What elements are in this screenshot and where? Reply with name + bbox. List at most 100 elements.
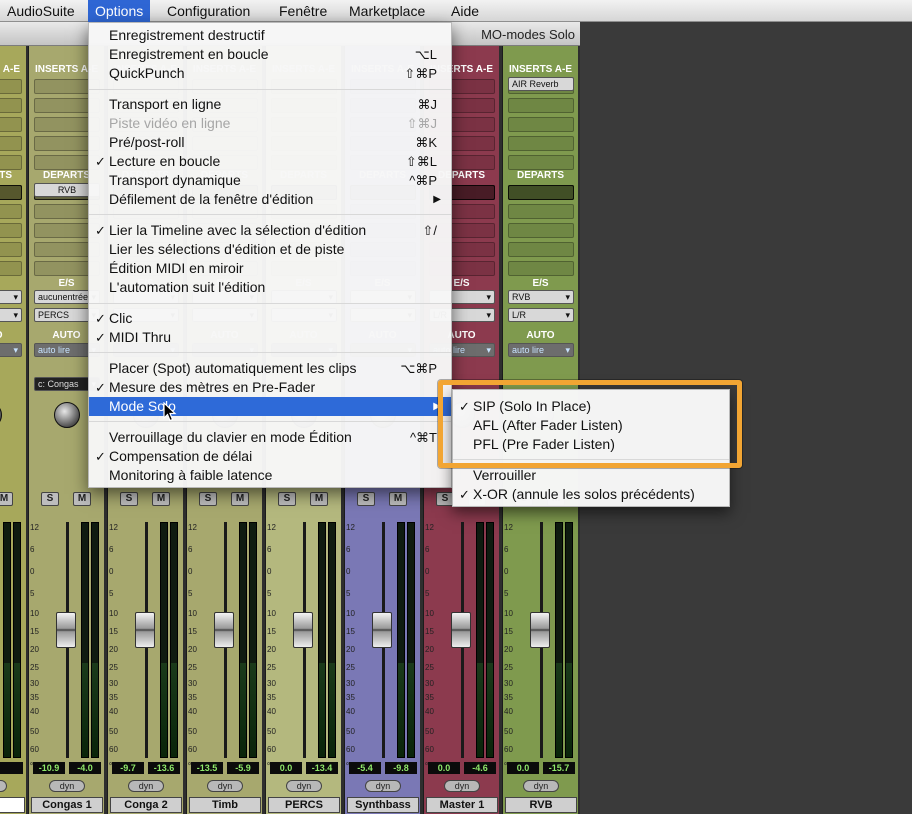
options-menu-item[interactable]: Édition MIDI en miroir <box>89 259 451 278</box>
mute-button[interactable]: M <box>310 492 328 506</box>
pan-knob[interactable] <box>54 402 80 428</box>
send-slot[interactable] <box>508 204 574 219</box>
solo-button[interactable]: S <box>41 492 59 506</box>
insert-slot[interactable] <box>508 117 574 132</box>
insert-slot[interactable] <box>0 117 22 132</box>
volume-fader[interactable] <box>56 612 76 648</box>
io-output-selector[interactable] <box>0 308 22 322</box>
solo-button[interactable]: S <box>278 492 296 506</box>
dyn-button[interactable]: dyn <box>0 780 7 792</box>
dyn-button[interactable]: dyn <box>523 780 559 792</box>
volume-fader[interactable] <box>372 612 392 648</box>
volume-fader[interactable] <box>530 612 550 648</box>
send-slot[interactable] <box>508 261 574 276</box>
track-name[interactable]: PERCS <box>268 797 340 813</box>
options-menu-item[interactable]: ✓ Lecture en boucle ⇧⌘L <box>89 152 451 171</box>
options-menu-item[interactable]: Pré/post-roll ⌘K <box>89 133 451 152</box>
solo-mode-option[interactable]: Verrouiller <box>453 466 729 485</box>
solo-button[interactable]: S <box>199 492 217 506</box>
track-name[interactable]: S <box>0 797 25 813</box>
peak-readout: -4.0 <box>69 762 101 774</box>
options-menu-item[interactable]: Transport dynamique ^⌘P <box>89 171 451 190</box>
track-name[interactable]: Synthbass <box>347 797 419 813</box>
scale-tick-label: 50 <box>30 727 39 736</box>
dyn-button[interactable]: dyn <box>128 780 164 792</box>
menu-aide[interactable]: Aide <box>444 0 486 22</box>
send-slot[interactable] <box>0 242 22 257</box>
insert-slot[interactable] <box>0 79 22 94</box>
menu-configuration[interactable]: Configuration <box>160 0 257 22</box>
options-menu-item[interactable]: L'automation suit l'édition <box>89 278 451 297</box>
io-output-selector[interactable]: L/R <box>508 308 574 322</box>
dyn-button[interactable]: dyn <box>207 780 243 792</box>
track-name[interactable]: RVB <box>505 797 577 813</box>
send-slot[interactable] <box>0 261 22 276</box>
volume-fader[interactable] <box>293 612 313 648</box>
insert-plugin[interactable]: AIR Reverb <box>508 77 574 91</box>
insert-slot[interactable] <box>0 136 22 151</box>
mute-button[interactable]: M <box>389 492 407 506</box>
options-menu-item[interactable]: ✓ Mesure des mètres en Pre-Fader <box>89 378 451 397</box>
dyn-button[interactable]: dyn <box>286 780 322 792</box>
options-menu-item[interactable]: ✓ Lier la Timeline avec la sélection d'éd… <box>89 221 451 240</box>
options-menu-item[interactable]: Enregistrement destructif <box>89 26 451 45</box>
options-menu-item[interactable]: Monitoring à faible latence <box>89 466 451 485</box>
options-menu-item[interactable]: ✓ Compensation de délai <box>89 447 451 466</box>
mute-button[interactable]: M <box>73 492 91 506</box>
scale-tick-label: 60 <box>504 745 513 754</box>
dyn-button[interactable]: dyn <box>444 780 480 792</box>
scale-tick-label: 5 <box>425 589 430 598</box>
insert-slot[interactable] <box>508 98 574 113</box>
send-slot[interactable] <box>0 223 22 238</box>
track-name[interactable]: Congas 1 <box>31 797 103 813</box>
options-menu-item[interactable]: ✓ MIDI Thru <box>89 328 451 347</box>
options-menu-item[interactable]: Enregistrement en boucle ⌥L <box>89 45 451 64</box>
scale-tick-label: 50 <box>346 727 355 736</box>
track-name[interactable]: Master 1 <box>426 797 498 813</box>
send-slot[interactable] <box>508 185 574 200</box>
pan-knob[interactable] <box>0 402 2 428</box>
menu-marketplace[interactable]: Marketplace <box>342 0 432 22</box>
options-menu-item[interactable]: Lier les sélections d'édition et de pist… <box>89 240 451 259</box>
menu-options[interactable]: Options <box>88 0 151 22</box>
automation-mode-selector[interactable]: auto lire <box>508 343 574 357</box>
automation-mode-selector[interactable] <box>0 343 22 357</box>
solo-button[interactable]: S <box>120 492 138 506</box>
track-name[interactable]: Timb <box>189 797 261 813</box>
insert-slot[interactable] <box>508 136 574 151</box>
options-menu-item[interactable]: Placer (Spot) automatiquement les clips ⌥… <box>89 359 451 378</box>
send-slot[interactable] <box>508 242 574 257</box>
options-menu-item[interactable]: ✓ Clic <box>89 309 451 328</box>
scale-tick-label: 5 <box>267 589 272 598</box>
send-slot[interactable] <box>508 223 574 238</box>
options-menu-item[interactable]: QuickPunch ⇧⌘P <box>89 64 451 83</box>
solo-button[interactable]: S <box>357 492 375 506</box>
options-menu-item[interactable]: Verrouillage du clavier en mode Édition ^… <box>89 428 451 447</box>
scale-tick-label: 60 <box>346 745 355 754</box>
options-menu-item[interactable]: Défilement de la fenêtre d'édition ▶ <box>89 190 451 209</box>
insert-slot[interactable] <box>0 98 22 113</box>
level-meter <box>476 522 484 758</box>
send-slot[interactable] <box>0 185 22 200</box>
volume-fader[interactable] <box>451 612 471 648</box>
volume-fader[interactable] <box>214 612 234 648</box>
mute-button[interactable]: M <box>152 492 170 506</box>
send-slot[interactable] <box>0 204 22 219</box>
menu-audiosuite[interactable]: AudioSuite <box>0 0 82 22</box>
io-input-selector[interactable]: RVB <box>508 290 574 304</box>
dyn-button[interactable]: dyn <box>49 780 85 792</box>
options-menu-item[interactable]: Transport en ligne ⌘J <box>89 95 451 114</box>
volume-fader[interactable] <box>135 612 155 648</box>
menu-item-label: Édition MIDI en miroir <box>109 260 244 276</box>
solo-mode-option[interactable]: ✓ X-OR (annule les solos précédents) <box>453 485 729 504</box>
menu-fenetre[interactable]: Fenêtre <box>272 0 334 22</box>
dyn-button[interactable]: dyn <box>365 780 401 792</box>
io-input-selector[interactable] <box>0 290 22 304</box>
mute-button[interactable]: M <box>231 492 249 506</box>
window-title: MO-modes Solo <box>481 27 575 42</box>
menu-item-label: Verrouillage du clavier en mode Édition <box>109 429 352 445</box>
scale-tick-label: 50 <box>188 727 197 736</box>
track-name[interactable]: Conga 2 <box>110 797 182 813</box>
options-menu-item[interactable]: Mode Solo ▶ <box>89 397 451 416</box>
mute-button[interactable]: M <box>0 492 13 506</box>
